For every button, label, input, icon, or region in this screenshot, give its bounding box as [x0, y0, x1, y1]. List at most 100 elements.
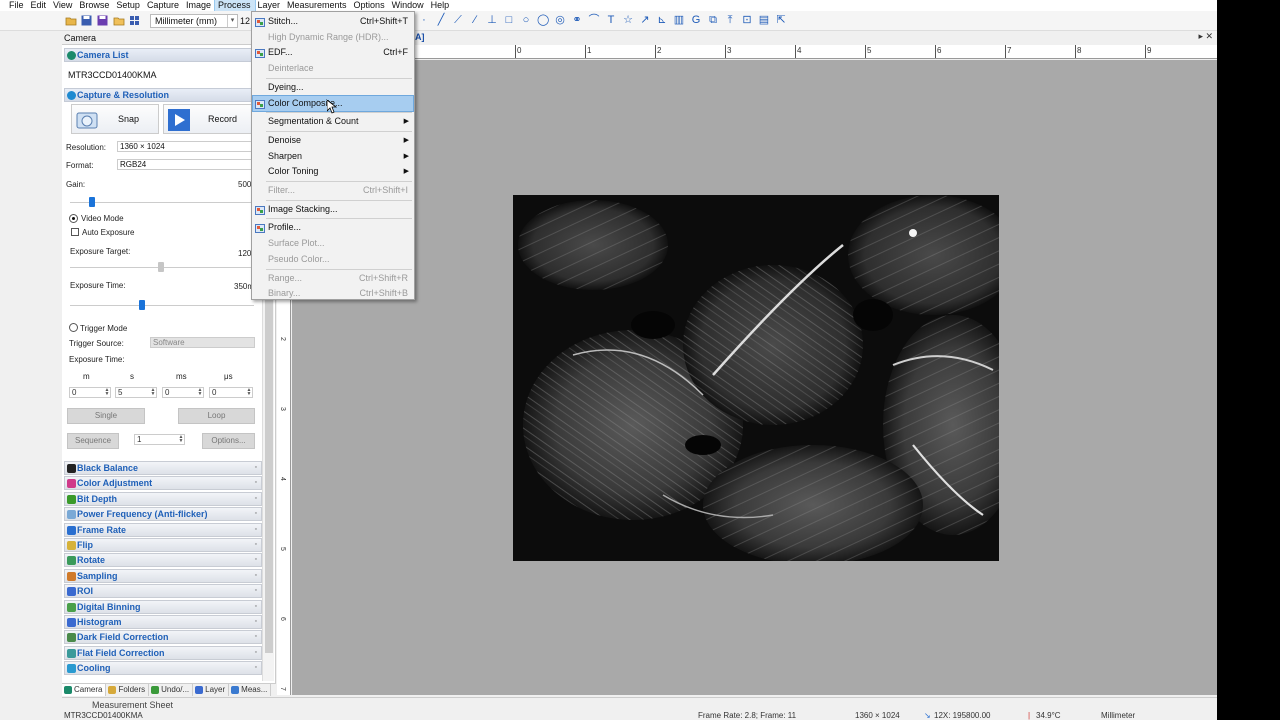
tab-meas[interactable]: Meas... — [229, 684, 272, 696]
measurement-sheet-tab[interactable]: Measurement Sheet — [62, 699, 173, 711]
gain-slider[interactable] — [89, 197, 96, 207]
unit-select[interactable]: Millimeter (mm) ▾ — [150, 14, 238, 28]
calibrate-tool-icon[interactable]: G — [690, 13, 702, 27]
axis-tool-icon[interactable]: ⊾ — [656, 13, 668, 27]
record-button[interactable]: Record — [163, 104, 257, 134]
menu-options[interactable]: Options — [351, 0, 389, 11]
exposure-target-slider[interactable] — [158, 262, 164, 272]
section-color-adjustment[interactable]: Color Adjustment ▫ — [64, 476, 262, 491]
expand-icon[interactable]: ▫ — [255, 585, 257, 597]
loop-button[interactable]: Loop — [178, 408, 255, 424]
cells-tool-icon[interactable]: ⧉ — [707, 13, 719, 27]
camera-list-header[interactable]: Camera List — [64, 48, 262, 62]
format-select[interactable]: RGB24 — [117, 159, 254, 170]
expand-icon[interactable]: ▫ — [255, 631, 257, 643]
open-icon[interactable] — [64, 14, 77, 27]
chart-tool-icon[interactable]: ▥ — [673, 13, 685, 27]
exposure-time-slider[interactable] — [139, 300, 145, 310]
snap-button[interactable]: Snap — [71, 104, 159, 134]
expand-icon[interactable]: ▫ — [255, 508, 257, 520]
expand-icon[interactable]: ▫ — [255, 539, 257, 551]
section-histogram[interactable]: Histogram ▫ — [64, 615, 262, 629]
tab-undo[interactable]: Undo/... — [149, 684, 194, 696]
target-tool-icon[interactable]: ◎ — [554, 13, 566, 27]
process-menu-item-denoise[interactable]: Denoise ▶ — [253, 133, 413, 148]
menu-capture[interactable]: Capture — [144, 0, 183, 11]
perpendicular-tool-icon[interactable]: ⊥ — [486, 13, 498, 27]
grid-icon[interactable] — [128, 14, 141, 27]
arrow-tool-icon[interactable]: ↗ — [639, 13, 651, 27]
window-tool-icon[interactable]: ▤ — [758, 13, 770, 27]
expand-icon[interactable]: ▫ — [255, 477, 257, 489]
expand-icon[interactable]: ▫ — [255, 570, 257, 582]
rectangle-tool-icon[interactable]: □ — [503, 13, 515, 27]
section-flat-field-correction[interactable]: Flat Field Correction ▫ — [64, 645, 262, 660]
resolution-select[interactable]: 1360 × 1024 — [117, 141, 254, 152]
process-menu-item-dyeing[interactable]: Dyeing... — [253, 80, 413, 95]
video-mode-radio[interactable] — [69, 214, 78, 223]
zoom-fit-tool-icon[interactable]: ⊡ — [741, 13, 753, 27]
star-tool-icon[interactable]: ☆ — [622, 13, 634, 27]
options-button[interactable]: Options... — [202, 433, 255, 449]
menu-window[interactable]: Window — [389, 0, 428, 11]
section-digital-binning[interactable]: Digital Binning ▫ — [64, 599, 262, 614]
section-dark-field-correction[interactable]: Dark Field Correction ▫ — [64, 630, 262, 645]
expand-icon[interactable]: ▫ — [255, 524, 257, 536]
expand-icon[interactable]: ▫ — [255, 462, 257, 474]
polyline-tool-icon[interactable]: ⟋ — [452, 13, 464, 27]
menu-image[interactable]: Image — [183, 0, 215, 11]
process-menu-item-sharpen[interactable]: Sharpen ▶ — [253, 149, 413, 164]
section-roi[interactable]: ROI ▫ — [64, 584, 262, 599]
section-sampling[interactable]: Sampling ▫ — [64, 568, 262, 583]
menu-process[interactable]: Process — [213, 0, 256, 12]
process-menu-item-image-stacking[interactable]: Image Stacking... — [253, 202, 413, 217]
single-button[interactable]: Single — [67, 408, 145, 424]
menu-view[interactable]: View — [50, 0, 76, 11]
tab-camera[interactable]: Camera — [62, 684, 107, 696]
camera-list-item[interactable]: MTR3CCD01400KMA — [68, 70, 157, 80]
process-menu-item-profile[interactable]: Profile... — [253, 220, 413, 235]
process-menu-item-segmentation-count[interactable]: Segmentation & Count ▶ — [253, 114, 413, 129]
microscope-image[interactable] — [513, 195, 999, 561]
section-frame-rate[interactable]: Frame Rate ▫ — [64, 522, 262, 537]
spin-microseconds[interactable]: 0 ▲ ▼ — [209, 387, 253, 398]
expand-icon[interactable]: ▫ — [255, 616, 257, 628]
process-menu-item-color-toning[interactable]: Color Toning ▶ — [253, 164, 413, 179]
link-tool-icon[interactable]: ⚭ — [571, 13, 583, 27]
arc-tool-icon[interactable]: ⌒ — [588, 13, 600, 27]
tab-folders[interactable]: Folders — [106, 684, 150, 696]
section-cooling[interactable]: Cooling ▫ — [64, 661, 262, 676]
menu-browse[interactable]: Browse — [76, 0, 113, 11]
text-tool-icon[interactable]: T — [605, 13, 617, 27]
section-black-balance[interactable]: Black Balance ▫ — [64, 461, 262, 475]
menu-file[interactable]: File — [6, 0, 28, 11]
spin-milliseconds[interactable]: 0 ▲ ▼ — [162, 387, 204, 398]
document-tab[interactable]: A] — [415, 32, 425, 42]
trigger-source-select[interactable]: Software — [150, 337, 255, 348]
section-power-frequency-anti-flicker[interactable]: Power Frequency (Anti-flicker) ▫ — [64, 507, 262, 522]
circle-tool-icon[interactable]: ◯ — [537, 13, 549, 27]
menu-help[interactable]: Help — [428, 0, 454, 11]
process-menu-item-edf[interactable]: EDF... Ctrl+F — [253, 45, 413, 60]
ellipse-tool-icon[interactable]: ○ — [520, 13, 532, 27]
trigger-mode-radio[interactable] — [69, 323, 78, 332]
sequence-count[interactable]: 1 ▲ ▼ — [134, 434, 185, 445]
ruler-tool-icon[interactable]: ∕ — [469, 13, 481, 27]
expand-icon[interactable]: ▫ — [255, 554, 257, 566]
process-menu-item-stitch[interactable]: Stitch... Ctrl+Shift+T — [253, 14, 413, 29]
share-tool-icon[interactable]: ⇱ — [775, 13, 787, 27]
expand-icon[interactable]: ▫ — [255, 647, 257, 659]
spin-seconds[interactable]: 5 ▲ ▼ — [115, 387, 157, 398]
save-all-icon[interactable] — [96, 14, 109, 27]
spin-minutes[interactable]: 0 ▲ ▼ — [69, 387, 111, 398]
sequence-button[interactable]: Sequence — [67, 433, 119, 449]
section-flip[interactable]: Flip ▫ — [64, 538, 262, 552]
menu-measurements[interactable]: Measurements — [284, 0, 351, 11]
expand-icon[interactable]: ▫ — [255, 662, 257, 674]
folder-icon[interactable] — [112, 14, 125, 27]
section-bit-depth[interactable]: Bit Depth ▫ — [64, 491, 262, 506]
tab-layer[interactable]: Layer — [193, 684, 230, 696]
capture-resolution-header[interactable]: Capture & Resolution — [64, 88, 262, 102]
section-rotate[interactable]: Rotate ▫ — [64, 553, 262, 568]
image-canvas[interactable] — [292, 60, 1217, 695]
